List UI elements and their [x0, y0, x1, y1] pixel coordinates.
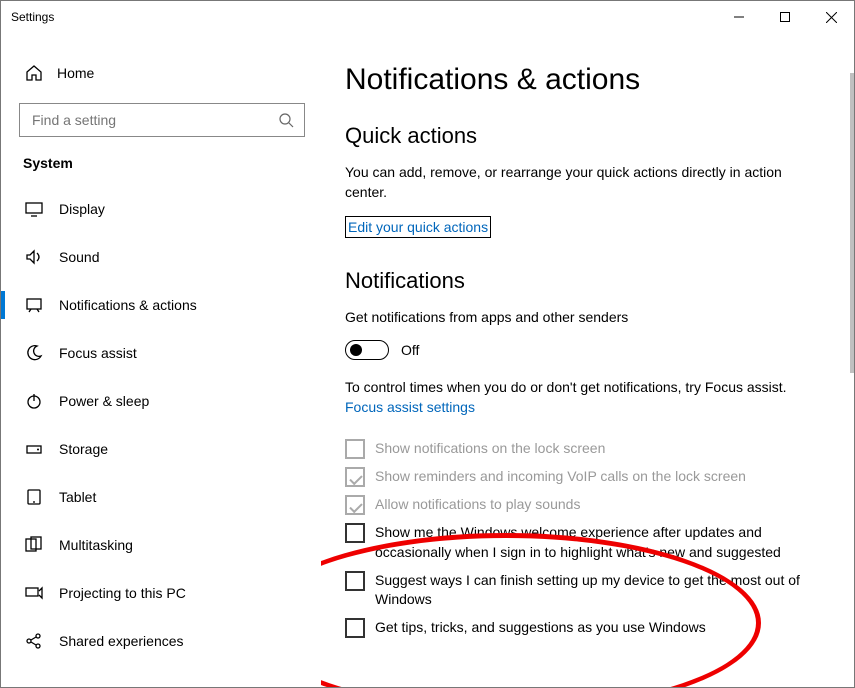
storage-icon [23, 440, 45, 458]
sidebar-item-shared[interactable]: Shared experiences [1, 617, 321, 665]
notifications-heading: Notifications [345, 268, 824, 294]
checkbox-row: Show notifications on the lock screen [345, 439, 824, 459]
checkbox-row[interactable]: Show me the Windows welcome experience a… [345, 523, 824, 562]
checkbox[interactable] [345, 523, 365, 543]
quick-actions-heading: Quick actions [345, 123, 824, 149]
checkbox[interactable] [345, 618, 365, 638]
checkbox-label: Show me the Windows welcome experience a… [375, 523, 824, 562]
multitasking-icon [23, 536, 45, 554]
checkbox-row: Show reminders and incoming VoIP calls o… [345, 467, 824, 487]
sidebar-item-projecting[interactable]: Projecting to this PC [1, 569, 321, 617]
close-button[interactable] [808, 1, 854, 33]
sidebar-item-multitasking[interactable]: Multitasking [1, 521, 321, 569]
sidebar-item-label: Power & sleep [59, 393, 149, 409]
minimize-button[interactable] [716, 1, 762, 33]
checkbox-row[interactable]: Suggest ways I can finish setting up my … [345, 571, 824, 610]
nav-list: Display Sound Notifications & actions Focus… [1, 185, 321, 665]
sidebar-item-label: Notifications & actions [59, 297, 197, 313]
sidebar-item-label: Multitasking [59, 537, 133, 553]
home-nav[interactable]: Home [1, 53, 321, 93]
checkbox-row: Allow notifications to play sounds [345, 495, 824, 515]
minimize-icon [734, 12, 744, 22]
notifications-from-apps-label: Get notifications from apps and other se… [345, 308, 824, 328]
tablet-icon [23, 488, 45, 506]
sidebar-item-label: Focus assist [59, 345, 137, 361]
sidebar-item-label: Display [59, 201, 105, 217]
checkbox-label: Allow notifications to play sounds [375, 495, 580, 515]
shared-icon [23, 632, 45, 650]
home-label: Home [57, 65, 94, 81]
sidebar-item-display[interactable]: Display [1, 185, 321, 233]
display-icon [23, 200, 45, 218]
checkbox-label: Show notifications on the lock screen [375, 439, 605, 459]
sidebar: Home System Display Sound Notifications & … [1, 33, 321, 687]
checkbox-label: Get tips, tricks, and suggestions as you… [375, 618, 706, 638]
quick-actions-section: Quick actions You can add, remove, or re… [345, 123, 824, 238]
power-icon [23, 392, 45, 410]
sidebar-item-sound[interactable]: Sound [1, 233, 321, 281]
close-icon [826, 12, 837, 23]
maximize-button[interactable] [762, 1, 808, 33]
notifications-toggle[interactable] [345, 340, 389, 360]
sidebar-item-focus[interactable]: Focus assist [1, 329, 321, 377]
sidebar-item-power[interactable]: Power & sleep [1, 377, 321, 425]
sidebar-item-label: Projecting to this PC [59, 585, 186, 601]
page-title: Notifications & actions [345, 63, 824, 97]
sidebar-item-storage[interactable]: Storage [1, 425, 321, 473]
projecting-icon [23, 584, 45, 602]
window-controls [716, 1, 854, 33]
focus-assist-text: To control times when you do or don't ge… [345, 378, 824, 398]
content-pane: Notifications & actions Quick actions Yo… [321, 33, 854, 687]
scrollbar[interactable] [850, 73, 854, 373]
notifications-section: Notifications Get notifications from app… [345, 268, 824, 638]
notifications-icon [23, 296, 45, 314]
checkbox [345, 495, 365, 515]
titlebar: Settings [1, 1, 854, 33]
search-input[interactable] [30, 111, 279, 129]
sidebar-item-notifications[interactable]: Notifications & actions [1, 281, 321, 329]
sidebar-item-label: Storage [59, 441, 108, 457]
search-icon [279, 113, 294, 128]
sidebar-item-label: Tablet [59, 489, 96, 505]
checkbox-label: Show reminders and incoming VoIP calls o… [375, 467, 746, 487]
category-heading: System [23, 155, 321, 171]
home-icon [23, 64, 45, 82]
toggle-state-label: Off [401, 342, 419, 358]
sidebar-item-label: Sound [59, 249, 99, 265]
checkbox-label: Suggest ways I can finish setting up my … [375, 571, 824, 610]
sound-icon [23, 248, 45, 266]
checkbox [345, 467, 365, 487]
quick-actions-text: You can add, remove, or rearrange your q… [345, 163, 824, 202]
checkbox[interactable] [345, 571, 365, 591]
toggle-knob [350, 344, 362, 356]
focus-assist-link[interactable]: Focus assist settings [345, 399, 475, 415]
sidebar-item-tablet[interactable]: Tablet [1, 473, 321, 521]
checkbox-row[interactable]: Get tips, tricks, and suggestions as you… [345, 618, 824, 638]
sidebar-item-label: Shared experiences [59, 633, 184, 649]
checkbox [345, 439, 365, 459]
edit-quick-actions-link[interactable]: Edit your quick actions [345, 216, 491, 238]
moon-icon [23, 344, 45, 362]
search-box[interactable] [19, 103, 305, 137]
settings-window: Settings Home Syst [0, 0, 855, 688]
window-title: Settings [11, 10, 716, 24]
maximize-icon [780, 12, 790, 22]
